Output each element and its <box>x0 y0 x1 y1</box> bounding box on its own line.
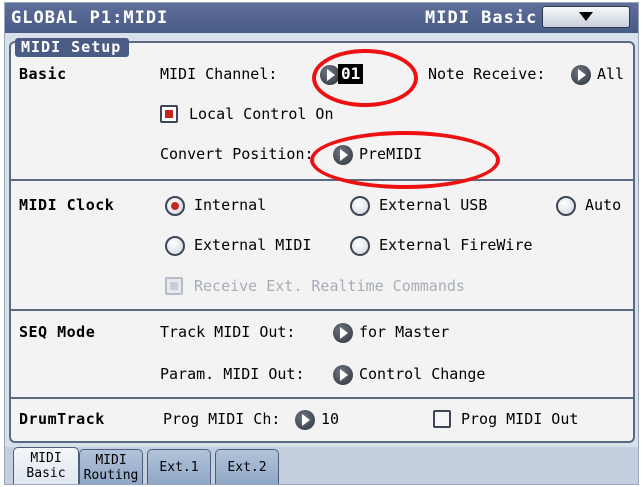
prog-midi-out-label: Prog MIDI Out <box>461 410 579 428</box>
tab-bar: MIDI Basic MIDI Routing Ext.1 Ext.2 <box>5 447 638 484</box>
clock-internal-radio[interactable] <box>165 196 185 216</box>
divider <box>11 179 634 181</box>
param-midi-out-popup-icon[interactable] <box>333 365 353 385</box>
tab-midi-routing[interactable]: MIDI Routing <box>79 449 143 484</box>
receive-realtime-label: Receive Ext. Realtime Commands <box>194 277 465 295</box>
param-midi-out-label: Param. MIDI Out: <box>160 365 305 383</box>
receive-realtime-checkbox[interactable] <box>165 277 183 295</box>
midi-channel-popup-icon[interactable] <box>320 65 340 85</box>
clock-external-midi-label: External MIDI <box>194 236 312 254</box>
note-receive-popup-icon[interactable] <box>571 65 591 85</box>
track-midi-out-value[interactable]: for Master <box>359 323 449 341</box>
local-control-checkbox[interactable] <box>160 105 178 123</box>
tab-ext1[interactable]: Ext.1 <box>147 449 211 484</box>
divider <box>11 397 634 399</box>
chevron-down-icon <box>579 12 593 21</box>
tab-label: MIDI Routing <box>83 453 139 483</box>
tab-label: Ext.1 <box>159 460 199 475</box>
track-midi-out-label: Track MIDI Out: <box>160 323 296 341</box>
clock-external-midi-radio[interactable] <box>165 236 185 256</box>
page-name: MIDI Basic <box>425 8 538 28</box>
midi-channel-label: MIDI Channel: <box>160 65 278 83</box>
seq-mode-group-label: SEQ Mode <box>19 323 96 341</box>
convert-position-value[interactable]: PreMIDI <box>359 145 422 163</box>
global-midi-screen: GLOBAL P1:MIDI MIDI Basic MIDI Setup Bas… <box>4 2 639 485</box>
convert-position-label: Convert Position: <box>160 145 314 163</box>
prog-midi-out-checkbox[interactable] <box>433 410 451 428</box>
note-receive-value[interactable]: All <box>597 65 624 83</box>
tab-label: Ext.2 <box>227 460 267 475</box>
prog-midi-ch-value[interactable]: 10 <box>321 410 339 428</box>
convert-position-popup-icon[interactable] <box>333 145 353 165</box>
midi-clock-group-label: MIDI Clock <box>19 196 115 214</box>
clock-external-usb-radio[interactable] <box>350 196 370 216</box>
midi-setup-panel <box>9 41 635 443</box>
clock-internal-label: Internal <box>194 196 267 214</box>
drumtrack-group-label: DrumTrack <box>19 410 105 428</box>
tab-ext2[interactable]: Ext.2 <box>215 449 279 484</box>
clock-external-firewire-label: External FireWire <box>379 236 533 254</box>
clock-external-usb-label: External USB <box>379 196 488 214</box>
prog-midi-ch-popup-icon[interactable] <box>295 410 315 430</box>
clock-auto-label: Auto <box>585 196 622 214</box>
tab-midi-basic[interactable]: MIDI Basic <box>13 447 79 484</box>
tab-label: MIDI Basic <box>26 451 66 481</box>
screen-title: GLOBAL P1:MIDI <box>11 8 169 28</box>
page-menu-button[interactable] <box>542 6 630 28</box>
param-midi-out-value[interactable]: Control Change <box>359 365 485 383</box>
clock-external-firewire-radio[interactable] <box>350 236 370 256</box>
title-bar: GLOBAL P1:MIDI MIDI Basic <box>5 3 638 33</box>
basic-group-label: Basic <box>19 65 67 83</box>
local-control-label: Local Control On <box>189 105 334 123</box>
prog-midi-ch-label: Prog MIDI Ch: <box>163 410 281 428</box>
section-title: MIDI Setup <box>15 38 130 57</box>
midi-channel-value[interactable]: 01 <box>338 64 364 84</box>
clock-auto-radio[interactable] <box>556 196 576 216</box>
note-receive-label: Note Receive: <box>428 65 546 83</box>
track-midi-out-popup-icon[interactable] <box>333 323 353 343</box>
divider <box>11 309 634 311</box>
